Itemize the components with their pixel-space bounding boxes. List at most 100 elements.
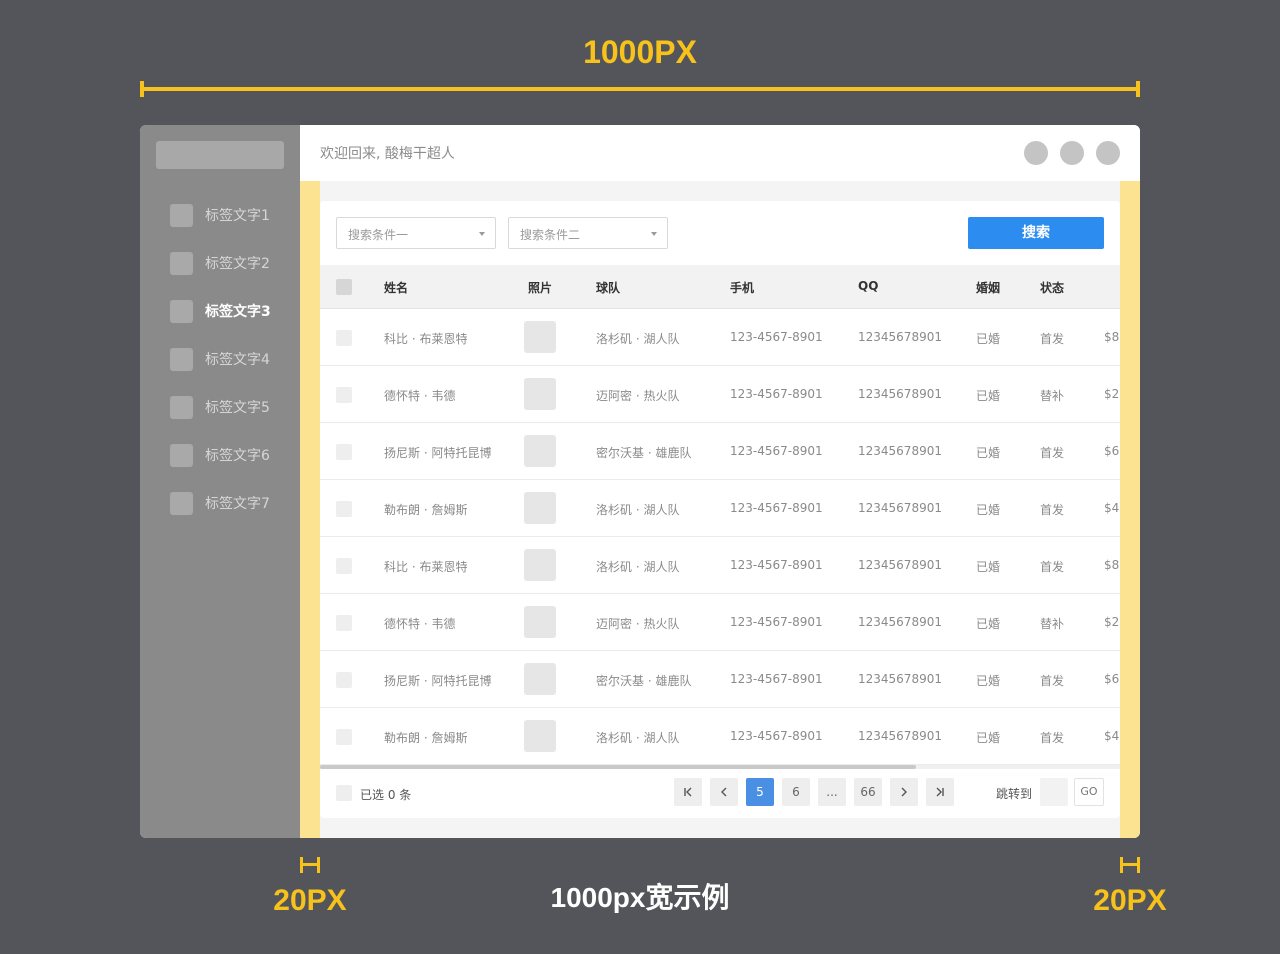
sidebar-item-4[interactable]: 标签文字4 <box>170 347 270 371</box>
cell-salary: $25 <box>1104 387 1120 401</box>
cell-marriage: 已婚 <box>976 674 1001 688</box>
welcome-text: 欢迎回来, 酸梅干超人 <box>320 146 455 162</box>
row-checkbox[interactable] <box>336 501 352 517</box>
prev-page-button[interactable] <box>710 778 738 806</box>
width-annotation-label: 1000PX <box>583 34 697 70</box>
page-button-6[interactable]: 6 <box>782 778 810 806</box>
go-button[interactable]: GO <box>1074 778 1104 806</box>
logo-placeholder <box>156 141 284 169</box>
cell-name: 科比 · 布莱恩特 <box>384 560 468 574</box>
table-row[interactable]: 德怀特 · 韦德 迈阿密 · 热火队 123-4567-8901 1234567890… <box>320 594 1120 651</box>
table-header: 姓名 照片 球队 手机 QQ 婚姻 状态 <box>320 265 1120 309</box>
cell-qq: 12345678901 <box>858 501 942 515</box>
cell-name: 勒布朗 · 詹姆斯 <box>384 731 468 745</box>
sidebar-item-icon <box>170 299 193 323</box>
cell-phone: 123-4567-8901 <box>730 501 823 515</box>
app-window: 标签文字1 标签文字2 标签文字3 标签文字4 标签文字5 标签文字6 标签文字7 欢迎回来… <box>140 125 1140 838</box>
cell-salary: $87 <box>1104 558 1120 572</box>
cell-salary: $65 <box>1104 444 1120 458</box>
player-photo <box>524 378 556 410</box>
cell-status: 首发 <box>1040 503 1065 517</box>
page-ellipsis[interactable]: ... <box>818 778 846 806</box>
sidebar-item-3[interactable]: 标签文字3 <box>170 299 271 323</box>
row-checkbox[interactable] <box>336 387 352 403</box>
sidebar-item-label: 标签文字6 <box>205 448 270 464</box>
cell-marriage: 已婚 <box>976 446 1001 460</box>
sidebar-item-label: 标签文字4 <box>205 352 270 368</box>
first-page-icon <box>684 787 692 797</box>
cell-phone: 123-4567-8901 <box>730 558 823 572</box>
next-page-button[interactable] <box>890 778 918 806</box>
player-photo <box>524 720 556 752</box>
row-checkbox[interactable] <box>336 444 352 460</box>
sidebar-item-5[interactable]: 标签文字5 <box>170 395 270 419</box>
cell-name: 科比 · 布莱恩特 <box>384 332 468 346</box>
cell-team: 洛杉矶 · 湖人队 <box>596 731 680 745</box>
cell-marriage: 已婚 <box>976 389 1001 403</box>
column-header-photo[interactable]: 照片 <box>528 279 552 296</box>
footer-select-all-checkbox[interactable] <box>336 785 352 801</box>
player-photo <box>524 492 556 524</box>
table-row[interactable]: 科比 · 布莱恩特 洛杉矶 · 湖人队 123-4567-8901 123456789… <box>320 309 1120 366</box>
cell-name: 德怀特 · 韦德 <box>384 389 456 403</box>
jump-page-input[interactable] <box>1040 778 1068 806</box>
row-checkbox[interactable] <box>336 729 352 745</box>
sidebar-item-label: 标签文字7 <box>205 496 270 512</box>
cell-salary: $47 <box>1104 501 1120 515</box>
column-header-marriage[interactable]: 婚姻 <box>976 279 1000 296</box>
player-photo <box>524 321 556 353</box>
player-photo <box>524 549 556 581</box>
player-photo <box>524 606 556 638</box>
sidebar-item-2[interactable]: 标签文字2 <box>170 251 270 275</box>
cell-name: 德怀特 · 韦德 <box>384 617 456 631</box>
search-condition-1-select[interactable]: 搜索条件一 <box>336 217 496 249</box>
sidebar-item-1[interactable]: 标签文字1 <box>170 203 270 227</box>
column-header-status[interactable]: 状态 <box>1040 279 1064 296</box>
column-header-qq[interactable]: QQ <box>858 279 878 293</box>
column-header-phone[interactable]: 手机 <box>730 279 754 296</box>
scrollbar-thumb[interactable] <box>320 765 916 769</box>
sidebar-item-label: 标签文字2 <box>205 256 270 272</box>
row-checkbox[interactable] <box>336 615 352 631</box>
cell-name: 扬尼斯 · 阿特托昆博 <box>384 446 492 460</box>
cell-qq: 12345678901 <box>858 615 942 629</box>
sidebar-item-7[interactable]: 标签文字7 <box>170 491 270 515</box>
row-checkbox[interactable] <box>336 672 352 688</box>
header-action-1-icon[interactable] <box>1024 141 1048 165</box>
bottom-caption: 1000px宽示例 <box>550 882 730 913</box>
column-header-name[interactable]: 姓名 <box>384 279 408 296</box>
row-checkbox[interactable] <box>336 330 352 346</box>
header-action-3-icon[interactable] <box>1096 141 1120 165</box>
page-button-66[interactable]: 66 <box>854 778 882 806</box>
cell-status: 首发 <box>1040 731 1065 745</box>
table-row[interactable]: 扬尼斯 · 阿特托昆博 密尔沃基 · 雄鹿队 123-4567-8901 123456… <box>320 423 1120 480</box>
table-row[interactable]: 扬尼斯 · 阿特托昆博 密尔沃基 · 雄鹿队 123-4567-8901 123456… <box>320 651 1120 708</box>
table-row[interactable]: 科比 · 布莱恩特 洛杉矶 · 湖人队 123-4567-8901 123456789… <box>320 537 1120 594</box>
cell-team: 洛杉矶 · 湖人队 <box>596 332 680 346</box>
select-2-placeholder: 搜索条件二 <box>520 228 581 242</box>
table-row[interactable]: 德怀特 · 韦德 迈阿密 · 热火队 123-4567-8901 1234567890… <box>320 366 1120 423</box>
row-checkbox[interactable] <box>336 558 352 574</box>
sidebar-item-icon <box>170 395 193 419</box>
cell-phone: 123-4567-8901 <box>730 615 823 629</box>
cell-team: 密尔沃基 · 雄鹿队 <box>596 446 692 460</box>
table-row[interactable]: 勒布朗 · 詹姆斯 洛杉矶 · 湖人队 123-4567-8901 123456789… <box>320 708 1120 765</box>
select-all-checkbox[interactable] <box>336 279 352 295</box>
cell-team: 迈阿密 · 热火队 <box>596 389 680 403</box>
first-page-button[interactable] <box>674 778 702 806</box>
search-condition-2-select[interactable]: 搜索条件二 <box>508 217 668 249</box>
select-1-placeholder: 搜索条件一 <box>348 228 409 242</box>
search-button[interactable]: 搜索 <box>968 217 1104 249</box>
column-header-team[interactable]: 球队 <box>596 279 620 296</box>
page-button-5[interactable]: 5 <box>746 778 774 806</box>
selected-count-text: 已选 0 条 <box>360 788 412 802</box>
table-row[interactable]: 勒布朗 · 詹姆斯 洛杉矶 · 湖人队 123-4567-8901 123456789… <box>320 480 1120 537</box>
last-page-button[interactable] <box>926 778 954 806</box>
cell-salary: $87 <box>1104 330 1120 344</box>
horizontal-scrollbar[interactable] <box>320 765 1120 769</box>
header-action-2-icon[interactable] <box>1060 141 1084 165</box>
cell-salary: $47 <box>1104 729 1120 743</box>
cell-marriage: 已婚 <box>976 332 1001 346</box>
cell-status: 首发 <box>1040 560 1065 574</box>
sidebar-item-6[interactable]: 标签文字6 <box>170 443 270 467</box>
